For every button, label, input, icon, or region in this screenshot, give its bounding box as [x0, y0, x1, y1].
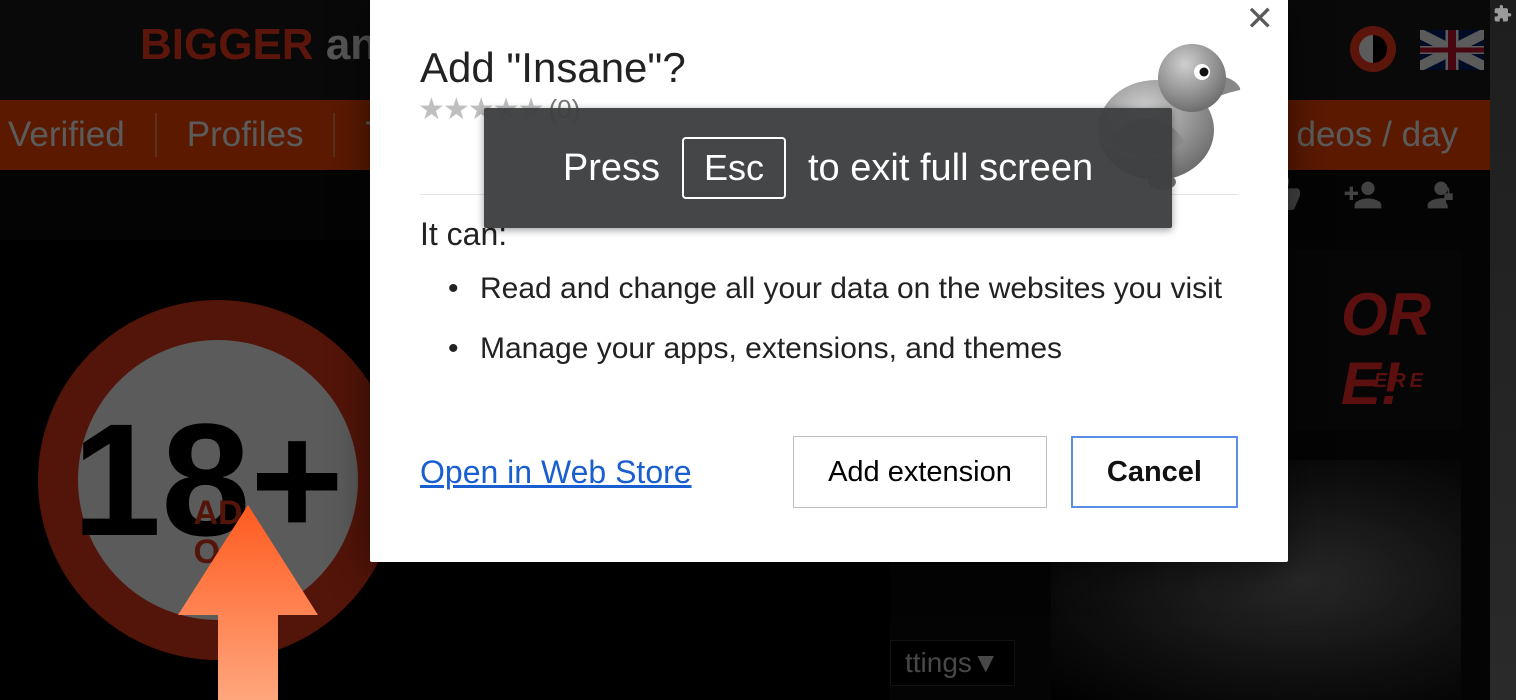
add-extension-button[interactable]: Add extension — [793, 436, 1047, 508]
add-extension-dialog: ✕ Add "Insane"? ★★★★★ (0) It can: Read a… — [370, 0, 1288, 562]
dialog-title: Add "Insane"? — [420, 44, 686, 92]
orange-arrow-indicator — [178, 505, 318, 700]
permission-item: Read and change all your data on the web… — [448, 272, 1222, 306]
exit-fullscreen-toast: Press Esc to exit full screen — [484, 108, 1172, 228]
cancel-button[interactable]: Cancel — [1071, 436, 1238, 508]
dialog-actions: Open in Web Store Add extension Cancel — [420, 436, 1238, 508]
esc-key: Esc — [682, 137, 786, 199]
permission-item: Manage your apps, extensions, and themes — [448, 332, 1222, 366]
esc-suffix: to exit full screen — [808, 147, 1093, 190]
permissions-list: Read and change all your data on the web… — [448, 272, 1222, 392]
puzzle-icon — [1493, 4, 1513, 24]
close-icon[interactable]: ✕ — [1246, 2, 1275, 36]
window-right-strip — [1490, 0, 1516, 700]
open-web-store-link[interactable]: Open in Web Store — [420, 454, 692, 491]
esc-prefix: Press — [563, 147, 660, 190]
